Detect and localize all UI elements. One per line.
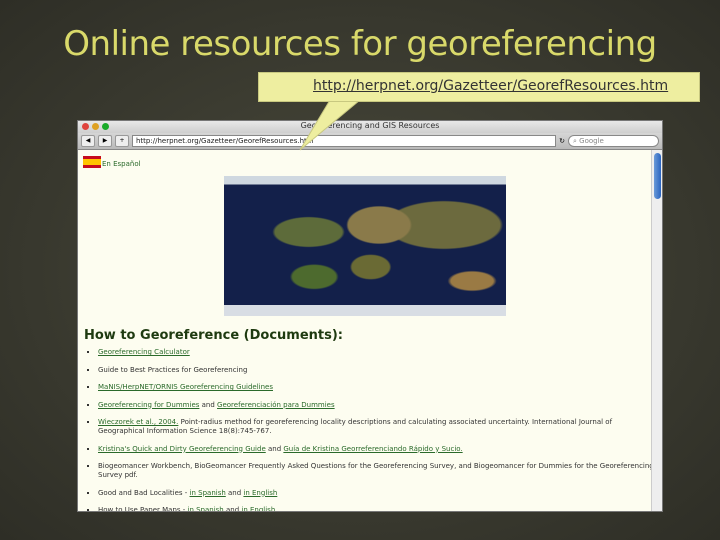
url-callout: http://herpnet.org/Gazetteer/GeorefResou… (258, 72, 700, 102)
callout-url-link[interactable]: http://herpnet.org/Gazetteer/GeorefResou… (313, 78, 668, 94)
